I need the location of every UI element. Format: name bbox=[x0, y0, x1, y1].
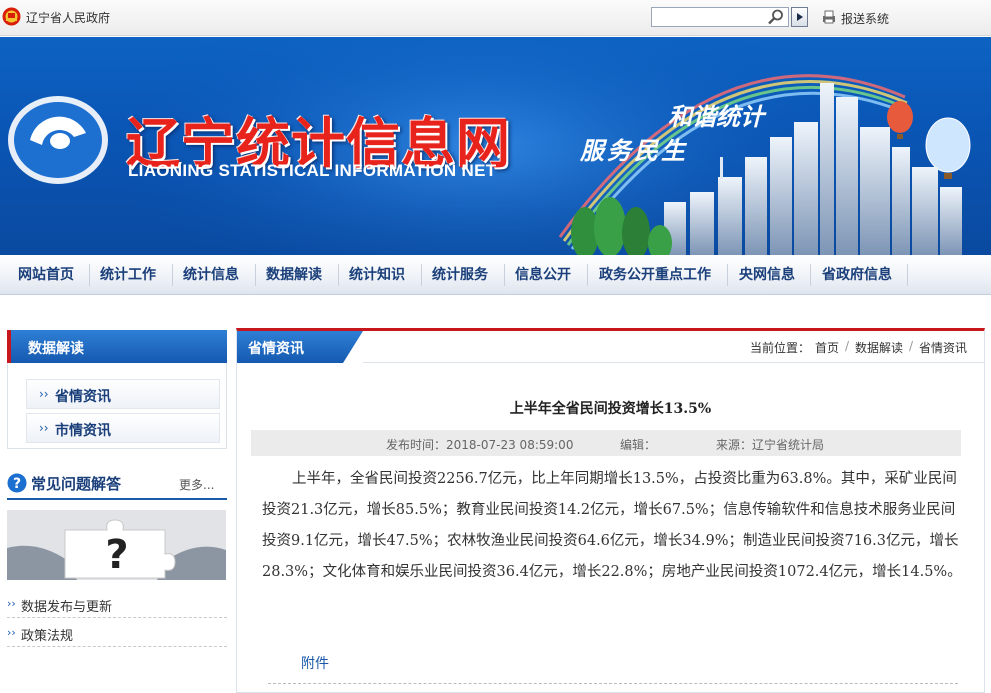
nav-item-home[interactable]: 网站首页 bbox=[18, 255, 74, 295]
site-banner: 辽宁统计信息网 LIAONING STATISTICAL INFORMATION… bbox=[0, 37, 991, 255]
faq-puzzle-image[interactable]: ? bbox=[7, 510, 226, 580]
sidebar-section-header: 数据解读 bbox=[7, 330, 227, 363]
faq-title: 常见问题解答 bbox=[31, 475, 122, 493]
breadcrumb-home[interactable]: 首页 bbox=[815, 339, 839, 356]
sidebar-link-policies[interactable]: ›› 政策法规 bbox=[7, 621, 227, 647]
article-publish-time: 发布时间：2018-07-23 08:59:00 bbox=[386, 438, 574, 452]
sidebar-link-data-release[interactable]: ›› 数据发布与更新 bbox=[7, 592, 227, 618]
faq-divider bbox=[7, 498, 227, 500]
nav-item-info-disclosure[interactable]: 信息公开 bbox=[515, 255, 571, 295]
nav-item-data-interpretation[interactable]: 数据解读 bbox=[266, 255, 322, 295]
nav-divider bbox=[338, 264, 339, 286]
chevron-right-icon: ›› bbox=[7, 597, 16, 610]
sidebar-link-label: 政策法规 bbox=[21, 629, 74, 644]
faq-more-link[interactable]: 更多... bbox=[179, 476, 214, 493]
breadcrumb-separator: / bbox=[909, 339, 914, 353]
panel-header-divider bbox=[363, 362, 984, 363]
main-section-title: 省情资讯 bbox=[248, 341, 304, 357]
slogan-line-2: 服务民生 bbox=[580, 136, 688, 165]
breadcrumb-separator: / bbox=[845, 339, 850, 353]
breadcrumb-data-interpretation[interactable]: 数据解读 bbox=[855, 339, 903, 356]
nav-divider bbox=[810, 264, 811, 286]
sidebar-section-title: 数据解读 bbox=[28, 341, 84, 357]
gov-portal-link[interactable]: 辽宁省人民政府 bbox=[26, 9, 110, 26]
nav-item-gov-affairs[interactable]: 政务公开重点工作 bbox=[599, 255, 711, 295]
svg-text:?: ? bbox=[105, 532, 128, 578]
nav-item-stats-knowledge[interactable]: 统计知识 bbox=[349, 255, 405, 295]
nav-divider bbox=[421, 264, 422, 286]
nav-divider bbox=[504, 264, 505, 286]
attachment-divider bbox=[268, 683, 958, 684]
article-editor: 编辑： bbox=[620, 438, 657, 452]
national-emblem-icon bbox=[2, 7, 21, 26]
article-title: 上半年全省民间投资增长13.5% bbox=[509, 401, 712, 417]
svg-text:?: ? bbox=[13, 476, 21, 492]
nav-item-stats-service[interactable]: 统计服务 bbox=[432, 255, 488, 295]
article-body: 上半年，全省民间投资2256.7亿元，比上年同期增长13.5%，占投资比重为63… bbox=[262, 471, 962, 580]
report-system-icon bbox=[823, 10, 835, 24]
chevron-right-icon: ›› bbox=[39, 387, 49, 401]
article-source: 来源：辽宁省统计局 bbox=[716, 438, 825, 452]
search-icon[interactable] bbox=[766, 8, 786, 26]
main-section-tab-label-wrap: 省情资讯 bbox=[237, 331, 363, 363]
main-nav: 网站首页 统计工作 统计信息 数据解读 统计知识 统计服务 信息公开 政务公开重… bbox=[0, 255, 991, 295]
report-system-link[interactable]: 报送系统 bbox=[841, 10, 889, 27]
chevron-right-icon: ›› bbox=[7, 626, 16, 639]
nav-divider bbox=[907, 264, 908, 286]
sidebar-item-city-info[interactable]: ›› 市情资讯 bbox=[26, 413, 220, 443]
nav-item-central-gov-info[interactable]: 央网信息 bbox=[739, 255, 795, 295]
nav-divider bbox=[587, 264, 588, 286]
nav-item-stats-info[interactable]: 统计信息 bbox=[183, 255, 239, 295]
sidebar-item-provincial-info[interactable]: ›› 省情资讯 bbox=[26, 379, 220, 409]
sidebar-menu: ›› 省情资讯 ›› 市情资讯 bbox=[7, 363, 227, 449]
nav-item-stats-work[interactable]: 统计工作 bbox=[100, 255, 156, 295]
nav-divider bbox=[172, 264, 173, 286]
help-icon: ? bbox=[7, 473, 27, 493]
site-subtitle: LIAONING STATISTICAL INFORMATION NET bbox=[128, 161, 497, 180]
nav-divider bbox=[727, 264, 728, 286]
sidebar-link-label: 数据发布与更新 bbox=[21, 600, 113, 615]
search-go-button[interactable] bbox=[791, 7, 808, 27]
nav-divider bbox=[89, 264, 90, 286]
top-bar: 辽宁省人民政府 报送系统 bbox=[0, 0, 991, 36]
nav-item-provincial-gov-info[interactable]: 省政府信息 bbox=[822, 255, 892, 295]
slogan-line-1: 和谐统计 bbox=[668, 102, 764, 131]
sidebar-item-label: 省情资讯 bbox=[55, 389, 111, 405]
breadcrumb-provincial-info[interactable]: 省情资讯 bbox=[919, 339, 967, 356]
sidebar-item-label: 市情资讯 bbox=[55, 423, 111, 439]
article-attachment-link[interactable]: 附件 bbox=[301, 653, 329, 673]
article-meta-bar: 发布时间：2018-07-23 08:59:00 编辑： 来源：辽宁省统计局 bbox=[251, 430, 961, 456]
chevron-right-icon: ›› bbox=[39, 421, 49, 435]
nav-divider bbox=[255, 264, 256, 286]
breadcrumb-prefix: 当前位置： bbox=[750, 341, 811, 355]
